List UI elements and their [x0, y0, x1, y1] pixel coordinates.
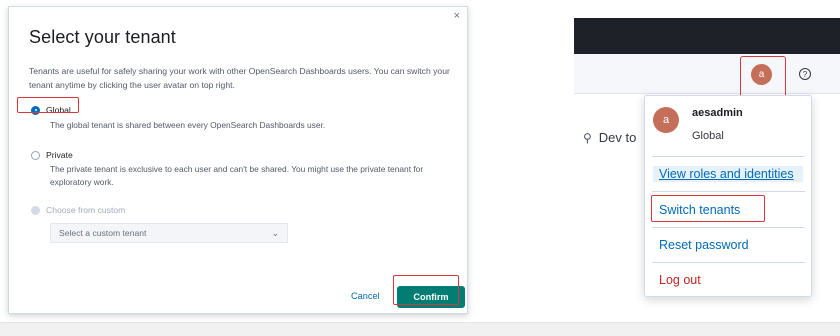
bottom-band	[0, 322, 840, 336]
custom-tenant-select[interactable]: Select a custom tenant ⌄	[50, 223, 288, 243]
radio-icon	[31, 205, 40, 215]
avatar: a	[653, 107, 679, 133]
divider	[652, 262, 805, 263]
app-header	[574, 18, 840, 54]
modal-title: Select your tenant	[29, 27, 176, 47]
dev-tools-link[interactable]: ⚲ Dev to	[583, 130, 636, 145]
radio-private[interactable]: Private	[31, 150, 73, 160]
highlight-box-global	[17, 97, 79, 113]
popover-tenant: Global	[692, 130, 724, 142]
radio-global-help: The global tenant is shared between ever…	[50, 120, 326, 130]
select-tenant-modal: × Select your tenant Tenants are useful …	[8, 6, 468, 314]
radio-private-label: Private	[46, 150, 73, 160]
reset-password-link[interactable]: Reset password	[659, 238, 749, 252]
highlight-box-avatar	[740, 56, 786, 98]
divider	[652, 156, 805, 157]
modal-description: Tenants are useful for safely sharing yo…	[29, 66, 450, 90]
popover-username: aesadmin	[692, 107, 743, 119]
highlight-box-confirm	[393, 275, 459, 305]
radio-custom-label: Choose from custom	[46, 205, 126, 215]
chevron-down-icon: ⌄	[271, 228, 279, 238]
cancel-button[interactable]: Cancel	[351, 291, 380, 301]
help-icon[interactable]: ?	[799, 68, 811, 80]
radio-icon[interactable]	[31, 150, 40, 160]
dev-tools-label: Dev to	[598, 130, 637, 145]
highlight-box-switch-tenants	[651, 195, 765, 222]
divider	[652, 227, 805, 228]
radio-custom: Choose from custom	[31, 205, 125, 215]
custom-tenant-placeholder: Select a custom tenant	[59, 228, 147, 238]
log-out-link[interactable]: Log out	[659, 273, 701, 287]
view-roles-link[interactable]: View roles and identities	[653, 166, 803, 182]
divider	[652, 191, 805, 192]
wrench-icon: ⚲	[583, 130, 592, 145]
close-icon[interactable]: ×	[454, 10, 460, 22]
radio-private-help: The private tenant is exclusive to each …	[50, 164, 424, 187]
